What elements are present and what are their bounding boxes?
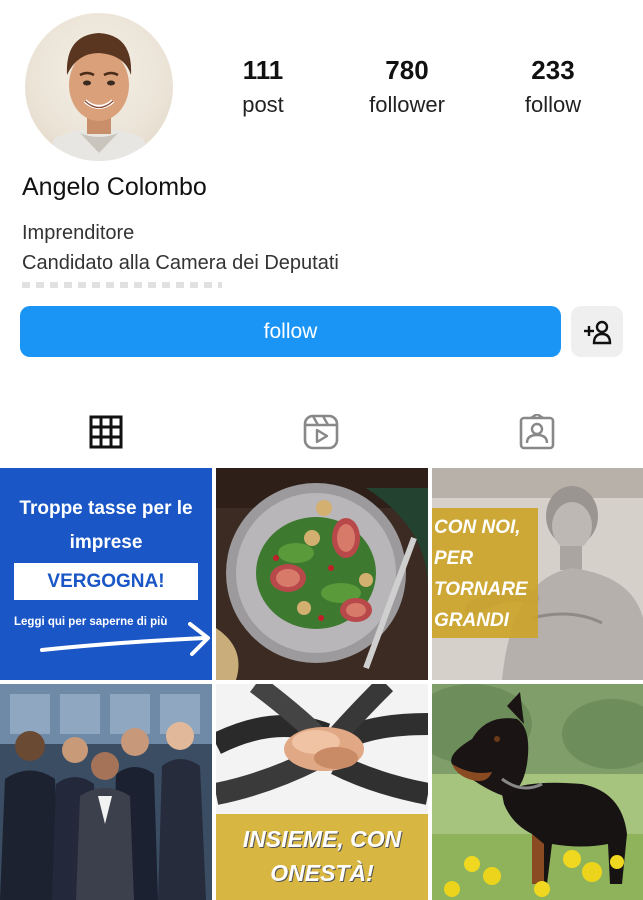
post-tile-3[interactable]: CON NOI, PER TORNARE GRANDI [432,468,643,680]
tab-posts-grid[interactable] [86,412,126,452]
post-3-caption: CON NOI, PER TORNARE GRANDI [432,508,538,638]
post-1-headline: Troppe tasse per le imprese [0,492,212,560]
post-tile-5[interactable]: INSIEME, CON ONESTÀ! [216,684,428,900]
stat-following-label: follow [524,92,582,117]
tab-tagged[interactable] [517,412,557,452]
post-1-headline-line-1: Troppe tasse per le [19,498,193,519]
grid-icon [89,415,123,449]
post-tile-1[interactable]: Troppe tasse per le imprese VERGOGNA! Le… [0,468,212,680]
stat-posts-value: 111 [242,55,284,85]
post-tile-6[interactable] [432,684,643,900]
stat-followers-label: follower [369,92,445,117]
post-tile-2[interactable] [216,468,428,680]
stat-following-value: 233 [531,55,575,85]
post-3-line-4: GRANDI [434,610,509,631]
suggest-people-button[interactable] [571,306,623,357]
doberman-dog-image [432,684,643,900]
stat-following[interactable]: 233 follow [493,55,613,118]
post-tile-4[interactable] [0,684,212,900]
post-5-line-1: INSIEME, CON [242,826,402,852]
add-person-icon [584,320,612,344]
post-3-line-3: TORNARE [434,579,528,600]
profile-avatar[interactable] [25,13,173,161]
follow-button[interactable]: follow [20,306,561,357]
post-1-band: VERGOGNA! [14,563,198,600]
bio-truncated-line [22,282,222,288]
profile-name: Angelo Colombo [22,173,207,201]
salad-plate-image [216,468,428,680]
arrow-icon [40,622,210,656]
stat-followers-value: 780 [385,55,429,85]
post-3-line-1: CON NOI, [434,517,521,538]
profile-bio-line-2: Candidato alla Camera dei Deputati [22,252,339,274]
post-3-line-2: PER [434,548,474,569]
post-5-line-2: ONESTÀ! [270,860,374,886]
stat-followers[interactable]: 780 follower [347,55,467,118]
stat-posts-label: post [242,92,284,117]
tagged-icon [519,414,555,450]
stat-posts[interactable]: 111 post [203,55,323,118]
post-5-caption: INSIEME, CON ONESTÀ! [216,814,428,900]
post-1-headline-line-2: imprese [69,532,143,553]
profile-bio-line-1: Imprenditore [22,222,135,244]
tab-reels[interactable] [301,412,341,452]
business-team-image [0,684,212,900]
reels-icon [303,414,339,450]
